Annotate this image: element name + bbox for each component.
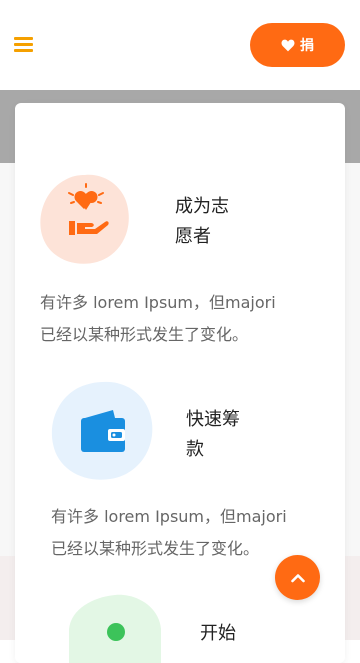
scroll-to-top-button[interactable] (275, 555, 320, 600)
heart-icon (281, 39, 295, 51)
user-icon (69, 594, 161, 663)
feature-description-line2: 已经以某种形式发生了变化。 (40, 325, 249, 344)
wallet-icon (51, 381, 153, 480)
feature-title: 成为志愿者 (175, 196, 229, 247)
feature-title: 快速筹款 (186, 409, 240, 460)
donate-button[interactable]: 捐 (250, 23, 345, 67)
feature-description-line2: 已经以某种形式发生了变化。 (51, 539, 260, 558)
chevron-up-icon (290, 573, 305, 582)
feature-title: 开始 (200, 623, 236, 644)
heart-hand-icon (40, 174, 129, 264)
feature-description-line1: 有许多 lorem Ipsum，但majori (40, 293, 276, 312)
feature-description-line1: 有许多 lorem Ipsum，但majori (51, 507, 287, 526)
site-header: 捐 (0, 0, 360, 90)
hamburger-menu-icon[interactable] (14, 37, 33, 52)
donate-label: 捐 (300, 38, 314, 54)
